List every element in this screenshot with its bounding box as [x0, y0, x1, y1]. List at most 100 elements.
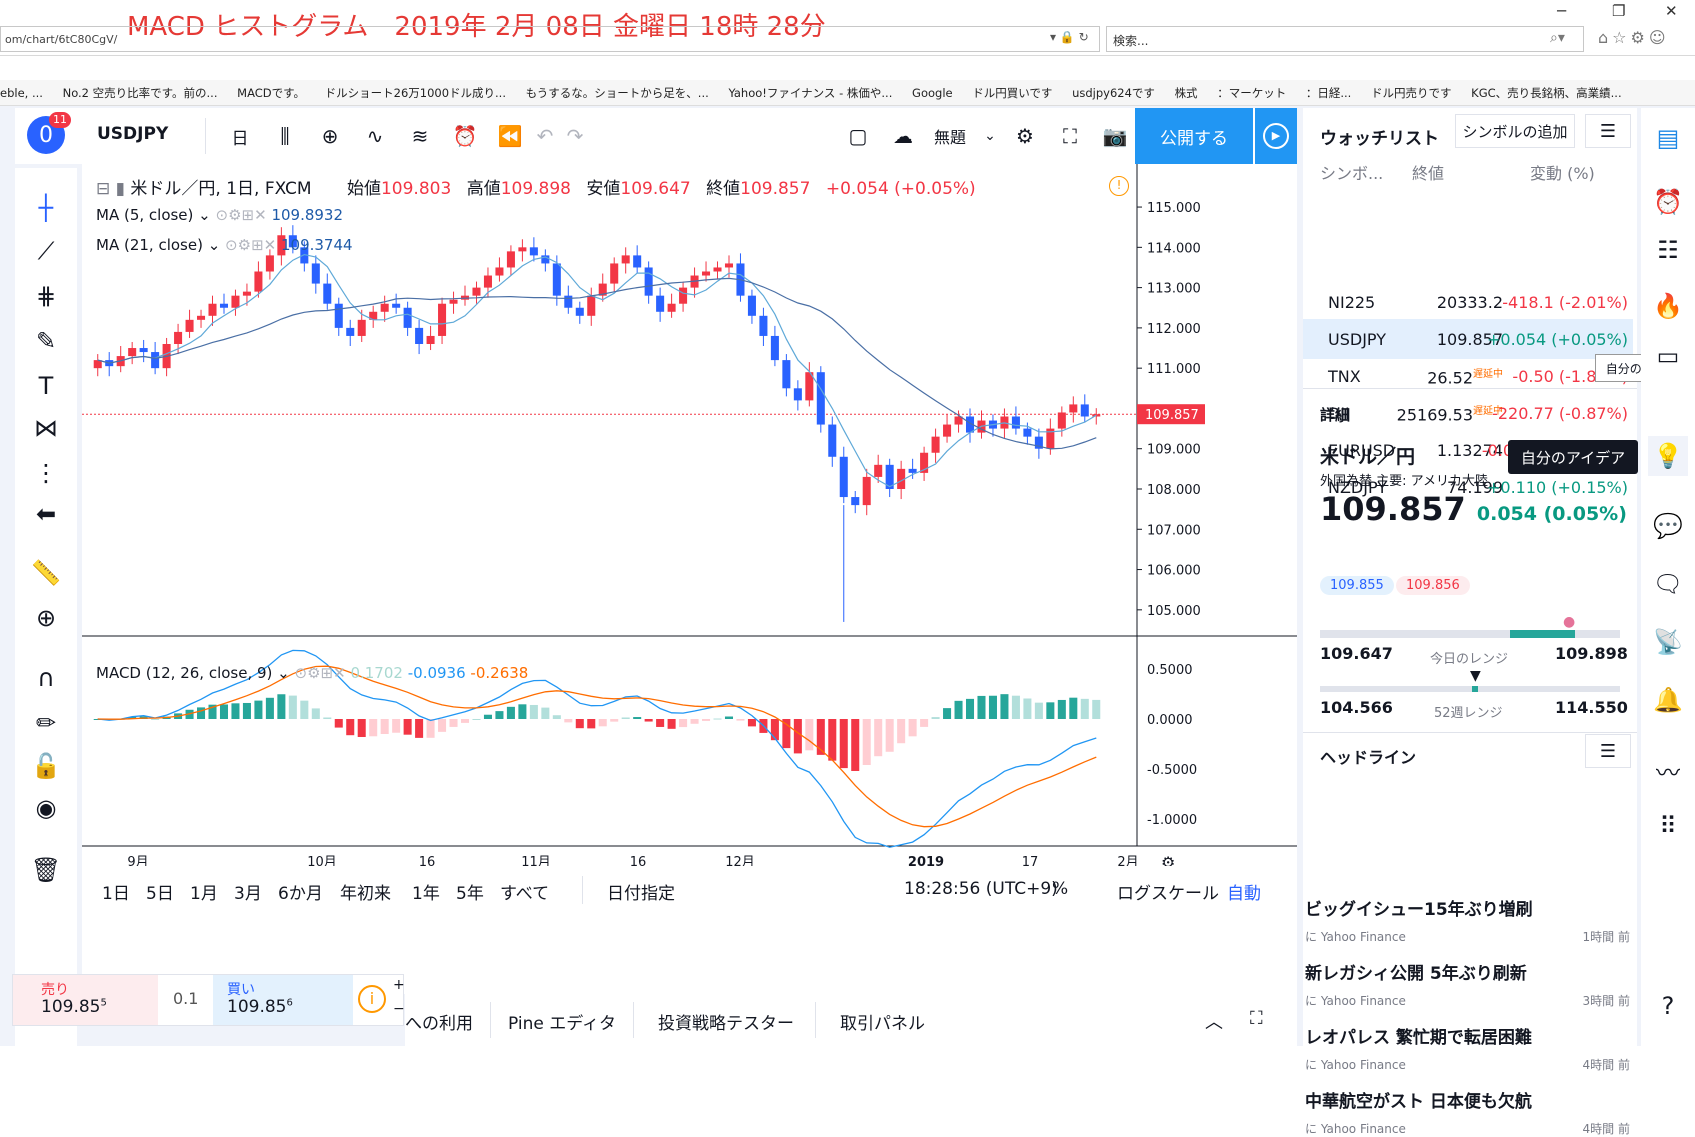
pattern-icon[interactable]: ⋈ [25, 408, 67, 448]
watchlist-row-tnx[interactable]: TNX 26.52遅延中 -0.50 (-1.85%) [1303, 356, 1633, 396]
replay-icon[interactable]: ⏪ [490, 108, 530, 164]
ideas-bulb-icon[interactable]: 💡 [1648, 436, 1688, 476]
bookmark[interactable]: MACDです。 [237, 80, 305, 101]
minimize-icon[interactable]: ─ [1557, 2, 1566, 20]
chat-icon[interactable]: 🗨 [1648, 564, 1688, 604]
data-window-icon[interactable]: ☷ [1648, 230, 1688, 270]
settings-icon[interactable]: ⚙ [1005, 108, 1045, 164]
bookmark[interactable]: ：マーケット [1217, 80, 1286, 101]
bookmark[interactable]: ドル円売りです [1371, 80, 1452, 101]
range-5y[interactable]: 5年 [456, 879, 484, 904]
undo-icon[interactable]: ↶ [530, 108, 560, 164]
col-change[interactable]: 変動 (%) [1530, 160, 1595, 184]
col-last[interactable]: 終値 [1412, 160, 1444, 184]
bookmark[interactable]: eble, ... [0, 81, 43, 100]
bookmark[interactable]: ドル円買いです [972, 80, 1052, 101]
bookmark[interactable]: No.2 空売り比率です。前の... [63, 80, 218, 101]
play-icon[interactable]: ▶ [1255, 108, 1297, 164]
watchlist-icon[interactable]: ▤ [1648, 118, 1688, 158]
zoom-icon[interactable]: ⊕ [25, 598, 67, 638]
collapse-icon[interactable]: ⊟ ▮ [96, 179, 130, 199]
compare-icon[interactable]: ⊕ [310, 108, 350, 164]
magnet-icon[interactable]: ∩ [25, 658, 67, 698]
fullscreen-icon[interactable]: ⛶ [1050, 108, 1090, 164]
alarm-icon[interactable]: ⏰ [1648, 182, 1688, 222]
range-ytd[interactable]: 年初来 [340, 879, 391, 904]
search-input[interactable]: 検索... [1106, 26, 1584, 52]
templates-icon[interactable]: ≋ [400, 108, 440, 164]
headline-item[interactable]: 新レガシィ公開 5年ぶり刷新 に Yahoo Finance 3時間 前 [1305, 959, 1630, 1009]
bookmark[interactable]: Yahoo!ファイナンス - 株価や... [728, 80, 892, 101]
fib-icon[interactable]: ⋕ [25, 276, 67, 316]
text-icon[interactable]: T [25, 366, 67, 406]
goto-date[interactable]: 日付指定 [607, 879, 675, 904]
close-icon[interactable]: ✕ [1665, 2, 1678, 20]
tab-strategy-tester[interactable]: 投資戦略テスター [658, 1009, 794, 1034]
layout-icon[interactable]: ▢ [840, 108, 876, 164]
back-arrow-icon[interactable]: ⬅ [25, 494, 67, 534]
headline-item[interactable]: ビッグイシュー15年ぶり増刷 に Yahoo Finance 1時間 前 [1305, 895, 1630, 945]
address-bar[interactable]: om/chart/6tC80CgV/ [0, 26, 1100, 52]
streams-icon[interactable]: 📡 [1648, 622, 1688, 662]
lock-icon[interactable]: 🔓 [25, 746, 67, 786]
minus-icon[interactable]: − [393, 1001, 405, 1017]
range-6m[interactable]: 6か月 [278, 879, 323, 904]
cloud-save-icon[interactable]: ☁ [883, 108, 923, 164]
chevron-down-icon[interactable]: ⌄ [980, 108, 1000, 164]
bookmark[interactable]: もうするな。ショートから足を、... [526, 80, 709, 101]
log-scale-toggle[interactable]: ログスケール [1117, 879, 1219, 904]
ma5-legend[interactable]: MA (5, close) ⌄ ⊙⚙⊞✕ 109.8932 [96, 206, 343, 224]
eye-icon[interactable]: ◉ [25, 788, 67, 828]
restore-icon[interactable]: ❐ [1612, 2, 1625, 20]
notifications-icon[interactable]: 🔔 [1648, 680, 1688, 720]
buy-button[interactable]: 買い 109.856 [213, 975, 353, 1025]
grid-icon[interactable]: ⠿ [1648, 806, 1688, 846]
percent-toggle[interactable]: % [1052, 879, 1068, 899]
range-1d[interactable]: 1日 [102, 879, 130, 904]
search-icon[interactable]: ⌕▾ [1550, 30, 1565, 46]
range-1y[interactable]: 1年 [412, 879, 440, 904]
calendar-icon[interactable]: ▭ [1648, 336, 1688, 376]
headlines-menu-icon[interactable]: ☰ [1585, 734, 1631, 768]
tab-trading-panel[interactable]: 取引パネル [840, 1009, 925, 1034]
watchlist-title[interactable]: ウォッチリスト [1320, 124, 1439, 149]
lock-draw-icon[interactable]: ✏ [25, 703, 67, 743]
bookmark[interactable]: KGC、売り長銘柄、高業績... [1471, 80, 1621, 101]
help-icon[interactable]: ? [1648, 986, 1688, 1026]
watchlist-row-usdjpy[interactable]: USDJPY 109.857 +0.054 (+0.05%) [1303, 319, 1633, 359]
range-3m[interactable]: 3月 [234, 879, 262, 904]
ruler-icon[interactable]: 📏 [25, 553, 67, 593]
col-symbol[interactable]: シンボ... [1320, 160, 1383, 184]
info-icon[interactable]: i [358, 985, 386, 1013]
trendline-icon[interactable]: ⟋ [25, 231, 67, 271]
headlines-title[interactable]: ヘッドライン [1320, 744, 1416, 768]
bookmark[interactable]: ドルショート26万1000ドル成り... [325, 80, 506, 101]
legend-title[interactable]: 米ドル／円, 1日, FXCM [130, 179, 311, 199]
collapse-panel-icon[interactable]: ︿ [1205, 1008, 1223, 1034]
symbol-search[interactable]: USDJPY [97, 124, 168, 144]
publish-button[interactable]: 公開する [1135, 108, 1253, 164]
sell-button[interactable]: 売り 109.855 [13, 975, 158, 1025]
redo-icon[interactable]: ↷ [560, 108, 590, 164]
brush-icon[interactable]: ✎ [25, 321, 67, 361]
camera-icon[interactable]: 📷 [1095, 108, 1135, 164]
menu-icon[interactable]: ☰ [1585, 114, 1631, 148]
hotlist-icon[interactable]: 🔥 [1648, 286, 1688, 326]
indicators-icon[interactable]: ∿ [355, 108, 395, 164]
details-header[interactable]: 詳細 [1320, 404, 1350, 425]
chats-icon[interactable]: 💬 [1648, 506, 1688, 546]
maximize-panel-icon[interactable]: ⛶ [1250, 1008, 1263, 1029]
trash-icon[interactable]: 🗑 [25, 850, 67, 890]
bookmark[interactable]: 株式 [1175, 80, 1198, 101]
candle-style-icon[interactable]: ⫼ [265, 108, 305, 164]
bookmark[interactable]: usdjpy624です [1072, 80, 1155, 101]
ma21-legend[interactable]: MA (21, close) ⌄ ⊙⚙⊞✕ 109.3744 [96, 236, 353, 254]
auto-scale-toggle[interactable]: 自動 [1227, 879, 1261, 904]
range-1m[interactable]: 1月 [190, 879, 218, 904]
plus-icon[interactable]: + [393, 977, 405, 993]
range-all[interactable]: すべて [500, 879, 549, 904]
macd-legend[interactable]: MACD (12, 26, close, 9) ⌄ ⊙⚙⊞✕ 0.1702 -0… [96, 664, 528, 682]
crosshair-icon[interactable]: ┼ [25, 188, 67, 228]
alert-icon[interactable]: ⏰ [445, 108, 485, 164]
bookmark[interactable]: Google [912, 81, 953, 100]
